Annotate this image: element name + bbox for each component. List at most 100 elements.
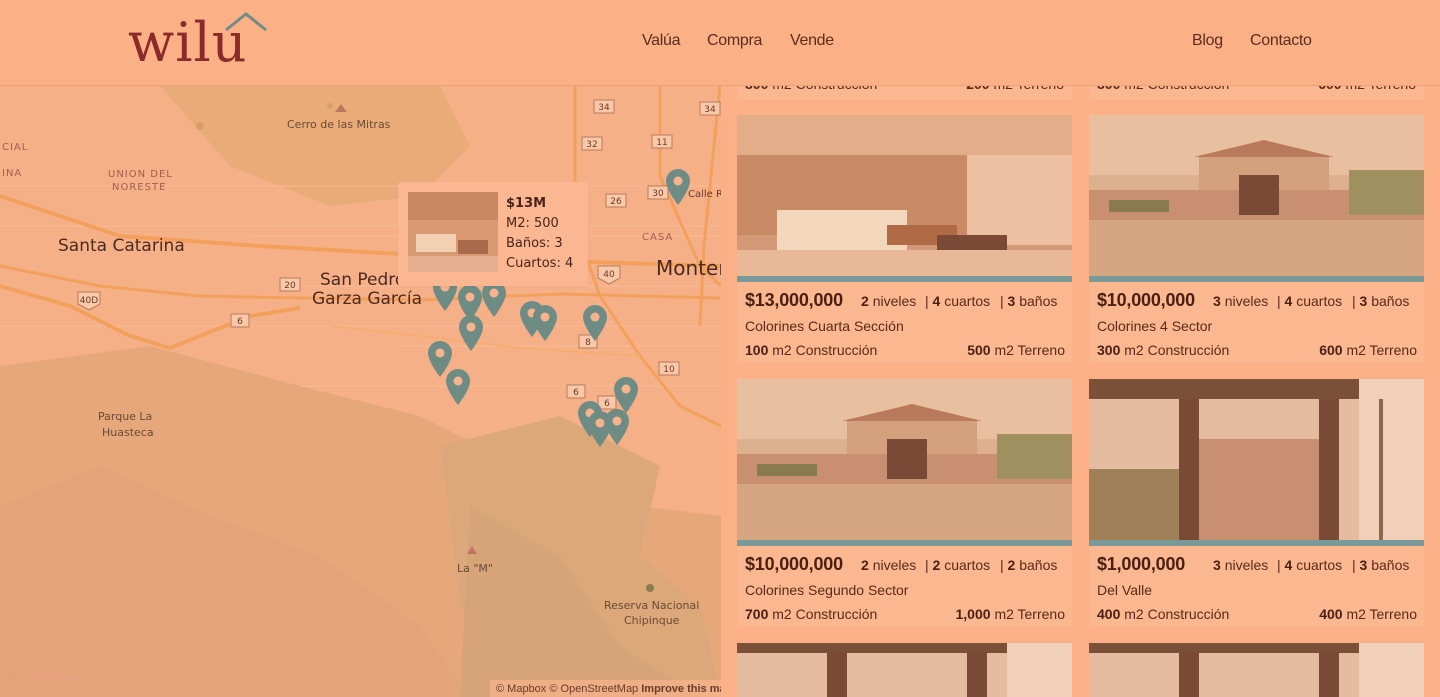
listing-card[interactable]: $10,000,000 3 niveles | 4 cuartos | 3 ba… (1089, 115, 1424, 363)
banos-label: baños (1019, 557, 1058, 573)
place-garza-garcia: Garza García (312, 289, 423, 309)
nav-blog[interactable]: Blog (1192, 32, 1223, 50)
place-santa-catarina: Santa Catarina (58, 236, 185, 256)
niveles-label: niveles (1224, 293, 1269, 309)
listing-summary: $10,000,000 3 niveles | 4 cuartos | 3 ba… (1097, 290, 1410, 310)
nav-valua[interactable]: Valúa (642, 32, 681, 50)
listing-summary: $1,000,000 3 niveles | 4 cuartos | 3 bañ… (1097, 554, 1410, 574)
land-value: 600 (1319, 342, 1343, 358)
listing-accent-bar (1089, 276, 1424, 282)
popup-cuartos: Cuartos: 4 (506, 256, 574, 271)
map-pin-icon[interactable] (531, 304, 559, 342)
popup-details: $13M M2: 500 Baños: 3 Cuartos: 4 (506, 194, 573, 274)
niveles-value: 3 (1213, 293, 1221, 309)
svg-text:11: 11 (656, 138, 667, 148)
cuartos-label: cuartos (944, 293, 991, 309)
svg-text:34: 34 (704, 105, 716, 115)
listing-location: Colorines Cuarta Sección (745, 318, 904, 334)
mapbox-logo-icon: ◍ (8, 670, 26, 686)
place-noreste: NORESTE (112, 182, 167, 193)
place-cerro-mitras: Cerro de las Mitras (287, 118, 391, 131)
listing-card-partial[interactable] (1089, 643, 1424, 697)
place-la-m: La "M" (457, 562, 493, 575)
land-label: m2 Terreno (1346, 606, 1417, 622)
land-label: m2 Terreno (1346, 342, 1417, 358)
map-pin-icon[interactable] (457, 314, 485, 352)
nav-contacto[interactable]: Contacto (1250, 32, 1312, 50)
listing-accent-bar (1089, 540, 1424, 546)
svg-text:34: 34 (598, 103, 610, 113)
svg-text:32: 32 (586, 140, 597, 150)
nav-compra[interactable]: Compra (707, 32, 762, 50)
construction-value: 400 (1097, 606, 1121, 622)
listing-location: Colorines Segundo Sector (745, 582, 909, 598)
listing-accent-bar (737, 276, 1072, 282)
listing-photo (737, 379, 1072, 540)
nav-vende[interactable]: Vende (790, 32, 834, 50)
niveles-label: niveles (872, 293, 917, 309)
place-calle: Calle R (688, 189, 721, 200)
land-value: 1,000 (955, 606, 991, 622)
place-huasteca: Huasteca (102, 426, 154, 439)
svg-text:6: 6 (573, 388, 579, 398)
svg-text:20: 20 (284, 281, 296, 291)
wilu-logo[interactable]: wilu (128, 10, 268, 70)
niveles-label: niveles (872, 557, 917, 573)
mapbox-logo[interactable]: ◍ mapbox (8, 670, 88, 686)
listing-card[interactable]: $10,000,000 2 niveles | 2 cuartos | 2 ba… (737, 379, 1072, 627)
svg-text:6: 6 (237, 317, 243, 327)
land-label: m2 Terreno (994, 606, 1065, 622)
listing-accent-bar (737, 540, 1072, 546)
land-value: 500 (967, 342, 991, 358)
map-pin-icon[interactable] (664, 168, 692, 206)
attribution-mapbox-link[interactable]: © Mapbox (496, 683, 546, 695)
niveles-value: 3 (1213, 557, 1221, 573)
construction-value: 100 (745, 342, 769, 358)
svg-text:40: 40 (603, 270, 615, 280)
improve-map-link[interactable]: Improve this map (641, 683, 721, 695)
property-map[interactable]: 34 34 32 11 30 26 20 6 8 10 6 6 40 40D S… (0, 86, 721, 697)
listings-panel[interactable]: 300 m2 Construcción 200 m2 Terreno 300 m… (721, 0, 1440, 697)
place-parque-la: Parque La (98, 410, 153, 423)
cuartos-value: 4 (1284, 293, 1293, 309)
popup-property-image (408, 192, 498, 272)
map-popup[interactable]: $13M M2: 500 Baños: 3 Cuartos: 4 (398, 182, 588, 286)
map-pin-icon[interactable] (581, 304, 609, 342)
listing-price: $10,000,000 (745, 554, 843, 574)
banos-value: 3 (1007, 293, 1016, 309)
map-pin-icon[interactable] (444, 368, 472, 406)
construction-value: 700 (745, 606, 769, 622)
svg-text:40D: 40D (80, 296, 98, 306)
niveles-value: 2 (861, 557, 869, 573)
construction-label: m2 Construcción (1124, 342, 1230, 358)
cuartos-label: cuartos (1296, 557, 1343, 573)
construction-label: m2 Construcción (772, 606, 878, 622)
listing-photo (1089, 115, 1424, 276)
popup-banos: Baños: 3 (506, 236, 563, 251)
listing-card[interactable]: $13,000,000 2 niveles | 4 cuartos | 3 ba… (737, 115, 1072, 363)
place-san-pedro: San Pedro (320, 270, 406, 290)
place-casa: CASA (642, 232, 674, 243)
svg-text:10: 10 (663, 365, 675, 375)
banos-value: 2 (1007, 557, 1016, 573)
land-value: 400 (1319, 606, 1343, 622)
site-header: wilu Valúa Compra Vende Blog Contacto (0, 0, 1440, 86)
banos-value: 3 (1359, 293, 1368, 309)
listing-card-partial[interactable] (737, 643, 1072, 697)
banos-label: baños (1371, 293, 1410, 309)
cuartos-value: 4 (1284, 557, 1293, 573)
listing-location: Del Valle (1097, 582, 1152, 598)
place-union-del: UNION DEL (108, 169, 173, 180)
listing-card[interactable]: $1,000,000 3 niveles | 4 cuartos | 3 bañ… (1089, 379, 1424, 627)
construction-label: m2 Construcción (1124, 606, 1230, 622)
listing-photo (737, 643, 1072, 697)
listing-summary: $13,000,000 2 niveles | 4 cuartos | 3 ba… (745, 290, 1058, 310)
construction-label: m2 Construcción (772, 342, 878, 358)
listing-price: $1,000,000 (1097, 554, 1186, 574)
listing-price: $10,000,000 (1097, 290, 1195, 310)
land-label: m2 Terreno (994, 342, 1065, 358)
attribution-osm-link[interactable]: © OpenStreetMap (549, 683, 638, 695)
banos-value: 3 (1359, 557, 1368, 573)
popup-price: $13M (506, 196, 547, 211)
map-pin-icon[interactable] (603, 408, 631, 446)
